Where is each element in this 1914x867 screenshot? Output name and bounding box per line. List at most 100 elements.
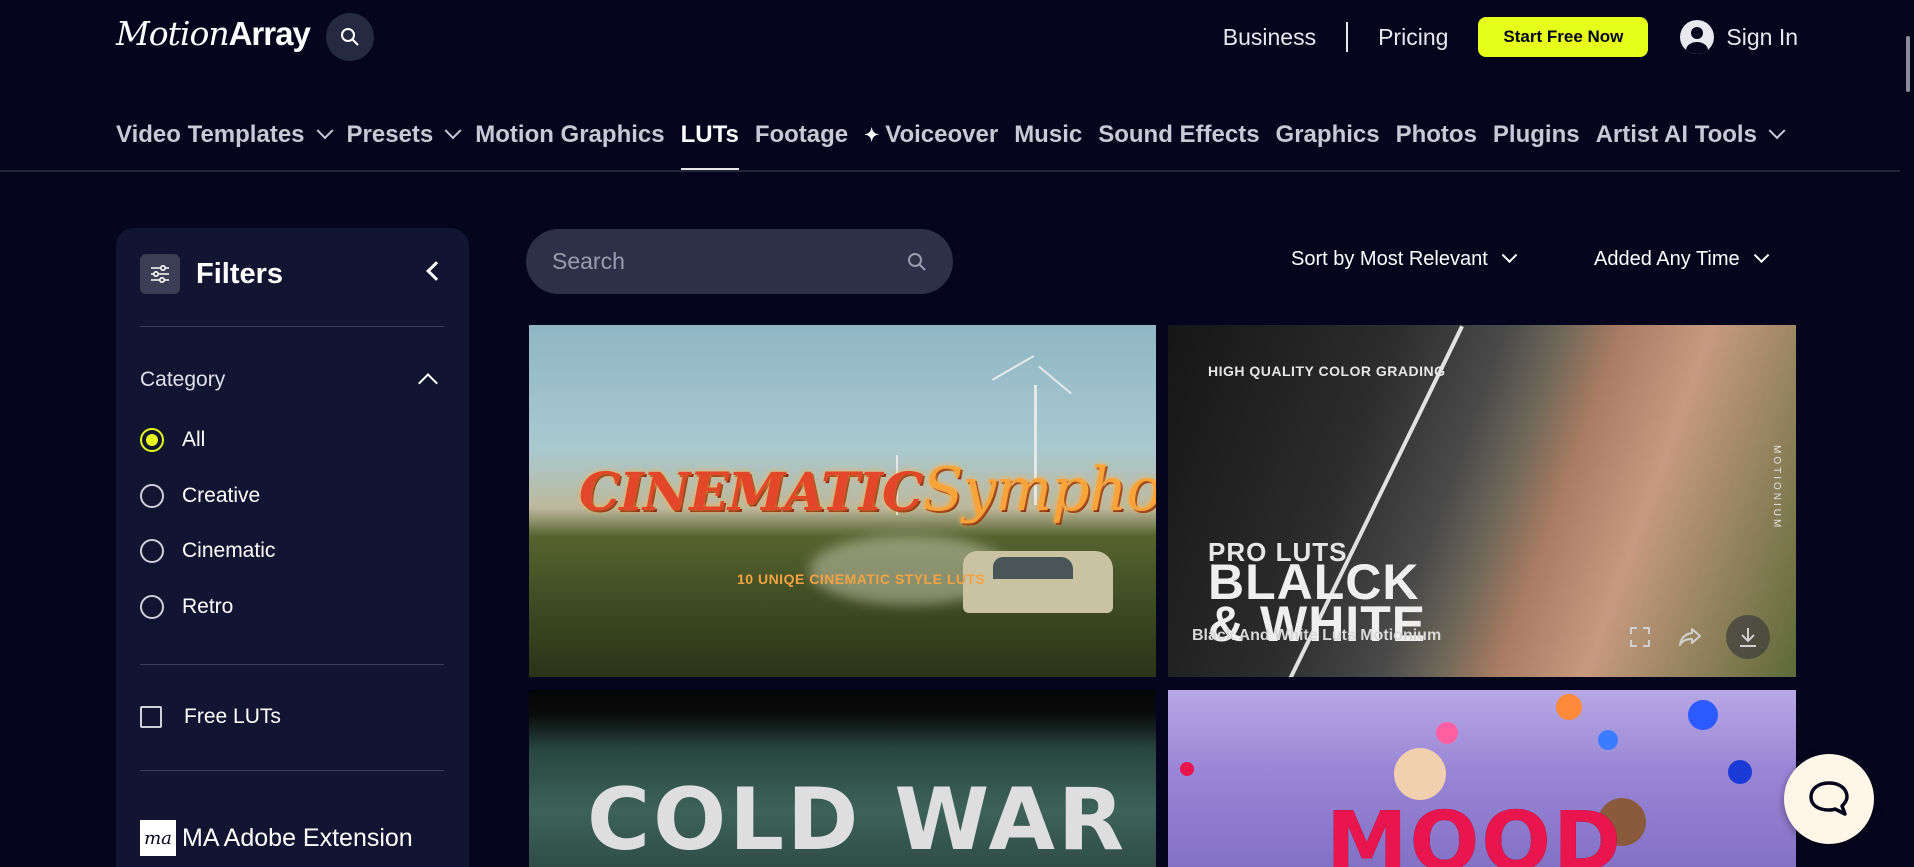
free-luts-filter[interactable]: Free LUTs [140, 705, 281, 729]
nav-label: Footage [754, 121, 849, 148]
chat-support-button[interactable] [1784, 754, 1874, 844]
divider [140, 664, 444, 665]
option-label: Creative [182, 484, 261, 507]
radio[interactable] [140, 539, 164, 563]
nav-motion-graphics[interactable]: Motion Graphics [475, 113, 664, 157]
category-option-cinematic[interactable]: Cinematic [140, 539, 275, 563]
radio[interactable] [140, 595, 164, 619]
sort-dropdown[interactable]: Sort by Most Relevant [1291, 247, 1518, 271]
balloon-graphic [1598, 730, 1618, 750]
nav-label: Plugins [1492, 121, 1580, 148]
sign-in-link[interactable]: Sign In [1680, 20, 1798, 54]
balloon-graphic [1180, 762, 1194, 776]
header-search-button[interactable] [326, 13, 374, 61]
business-link[interactable]: Business [1223, 24, 1316, 51]
title-part-a: CINEMATIC [579, 462, 923, 523]
adobe-extension-link[interactable]: ma MA Adobe Extension [140, 820, 413, 856]
option-label: All [182, 428, 206, 451]
nav-label: Voiceover [885, 121, 999, 148]
child-face-graphic [1394, 748, 1446, 800]
nav-luts[interactable]: LUTs [680, 113, 740, 170]
sliders-icon [140, 254, 180, 294]
car-graphic [963, 551, 1113, 613]
card-mood[interactable]: MOOD [1168, 690, 1796, 867]
chevron-up-icon[interactable] [418, 373, 438, 393]
nav-label: Graphics [1275, 121, 1380, 148]
nav-photos[interactable]: Photos [1396, 113, 1477, 157]
search-input[interactable] [552, 248, 852, 275]
category-option-creative[interactable]: Creative [140, 484, 260, 508]
card-title: CINEMATICSymphony [579, 455, 1156, 525]
nav-plugins[interactable]: Plugins [1493, 113, 1580, 157]
card-cold-war[interactable]: COLD WAR [529, 690, 1156, 867]
card-subtitle: 10 UNIQE CINEMATIC STYLE LUTS [737, 571, 986, 587]
category-option-retro[interactable]: Retro [140, 595, 233, 619]
option-label: Cinematic [182, 539, 276, 562]
nav-label: Sound Effects [1098, 121, 1260, 148]
windmill-blade [991, 355, 1035, 381]
time-dropdown[interactable]: Added Any Time [1594, 247, 1769, 271]
card-caption[interactable]: Black And White Luts Motionium [1192, 627, 1441, 645]
radio-selected[interactable] [140, 428, 164, 452]
nav-label: Music [1014, 121, 1083, 148]
category-heading[interactable]: Category [140, 368, 225, 392]
nav-label: Video Templates [116, 121, 305, 148]
divider [1346, 22, 1349, 52]
logo-light-text: Motion [116, 14, 230, 53]
chevron-down-icon [1753, 247, 1769, 264]
time-label: Added Any Time [1594, 248, 1740, 270]
filters-panel: Filters Category All Creative Cinematic … [116, 228, 469, 867]
share-icon[interactable] [1676, 623, 1704, 651]
motionarray-logo[interactable]: MotionArray [116, 14, 311, 53]
user-icon [1680, 20, 1715, 54]
watermark-text: MOTIONIUM [1771, 445, 1782, 531]
divider [140, 326, 444, 327]
chevron-down-icon [444, 122, 462, 140]
card-actions [1626, 615, 1770, 659]
page-scrollbar[interactable] [1900, 0, 1914, 867]
nav-video-templates[interactable]: Video Templates [116, 113, 334, 157]
radio[interactable] [140, 484, 164, 508]
collapse-filters-icon[interactable] [426, 261, 446, 281]
nav-footage[interactable]: Footage [755, 113, 848, 157]
free-luts-checkbox[interactable] [140, 706, 162, 728]
search-icon[interactable] [907, 252, 927, 272]
category-nav: Video Templates Presets Motion Graphics … [116, 113, 1799, 171]
search-field[interactable] [526, 229, 953, 294]
card-cinematic-symphony[interactable]: CINEMATICSymphony 10 UNIQE CINEMATIC STY… [529, 325, 1156, 677]
category-option-all[interactable]: All [140, 428, 205, 452]
nav-voiceover[interactable]: ✦ Voiceover [864, 113, 998, 157]
balloon-graphic [1436, 722, 1458, 744]
chevron-down-icon [1768, 122, 1786, 140]
ma-logo-icon: ma [140, 820, 176, 856]
expand-icon[interactable] [1626, 623, 1654, 651]
balloon-graphic [1728, 760, 1752, 784]
chevron-down-icon [1501, 247, 1518, 264]
nav-label: Artist AI Tools [1595, 121, 1757, 148]
balloon-graphic [1688, 700, 1718, 730]
card-title: COLD WAR [587, 770, 1128, 867]
nav-divider [0, 170, 1914, 172]
logo-bold-text: Array [228, 15, 311, 52]
nav-label: LUTs [680, 121, 739, 148]
start-free-button[interactable]: Start Free Now [1478, 17, 1649, 57]
nav-sound-effects[interactable]: Sound Effects [1098, 113, 1259, 157]
chat-icon [1809, 781, 1849, 816]
sort-label: Sort by Most Relevant [1291, 248, 1488, 270]
card-black-and-white-luts[interactable]: HIGH QUALITY COLOR GRADING PRO LUTS BLAL… [1168, 325, 1796, 677]
balloon-graphic [1556, 694, 1582, 720]
card-title: MOOD [1326, 795, 1624, 867]
nav-label: Presets [346, 121, 434, 148]
download-icon[interactable] [1726, 615, 1770, 659]
nav-music[interactable]: Music [1014, 113, 1082, 157]
chevron-down-icon [316, 122, 334, 140]
nav-label: Motion Graphics [475, 121, 665, 148]
free-luts-label: Free LUTs [184, 705, 281, 728]
nav-artist-ai-tools[interactable]: Artist AI Tools [1595, 113, 1786, 157]
windmill-blade [1038, 365, 1072, 395]
option-label: Retro [182, 595, 234, 618]
scrollbar-thumb[interactable] [1906, 36, 1910, 92]
nav-presets[interactable]: Presets [346, 113, 462, 157]
pricing-link[interactable]: Pricing [1378, 24, 1448, 51]
nav-graphics[interactable]: Graphics [1276, 113, 1380, 157]
